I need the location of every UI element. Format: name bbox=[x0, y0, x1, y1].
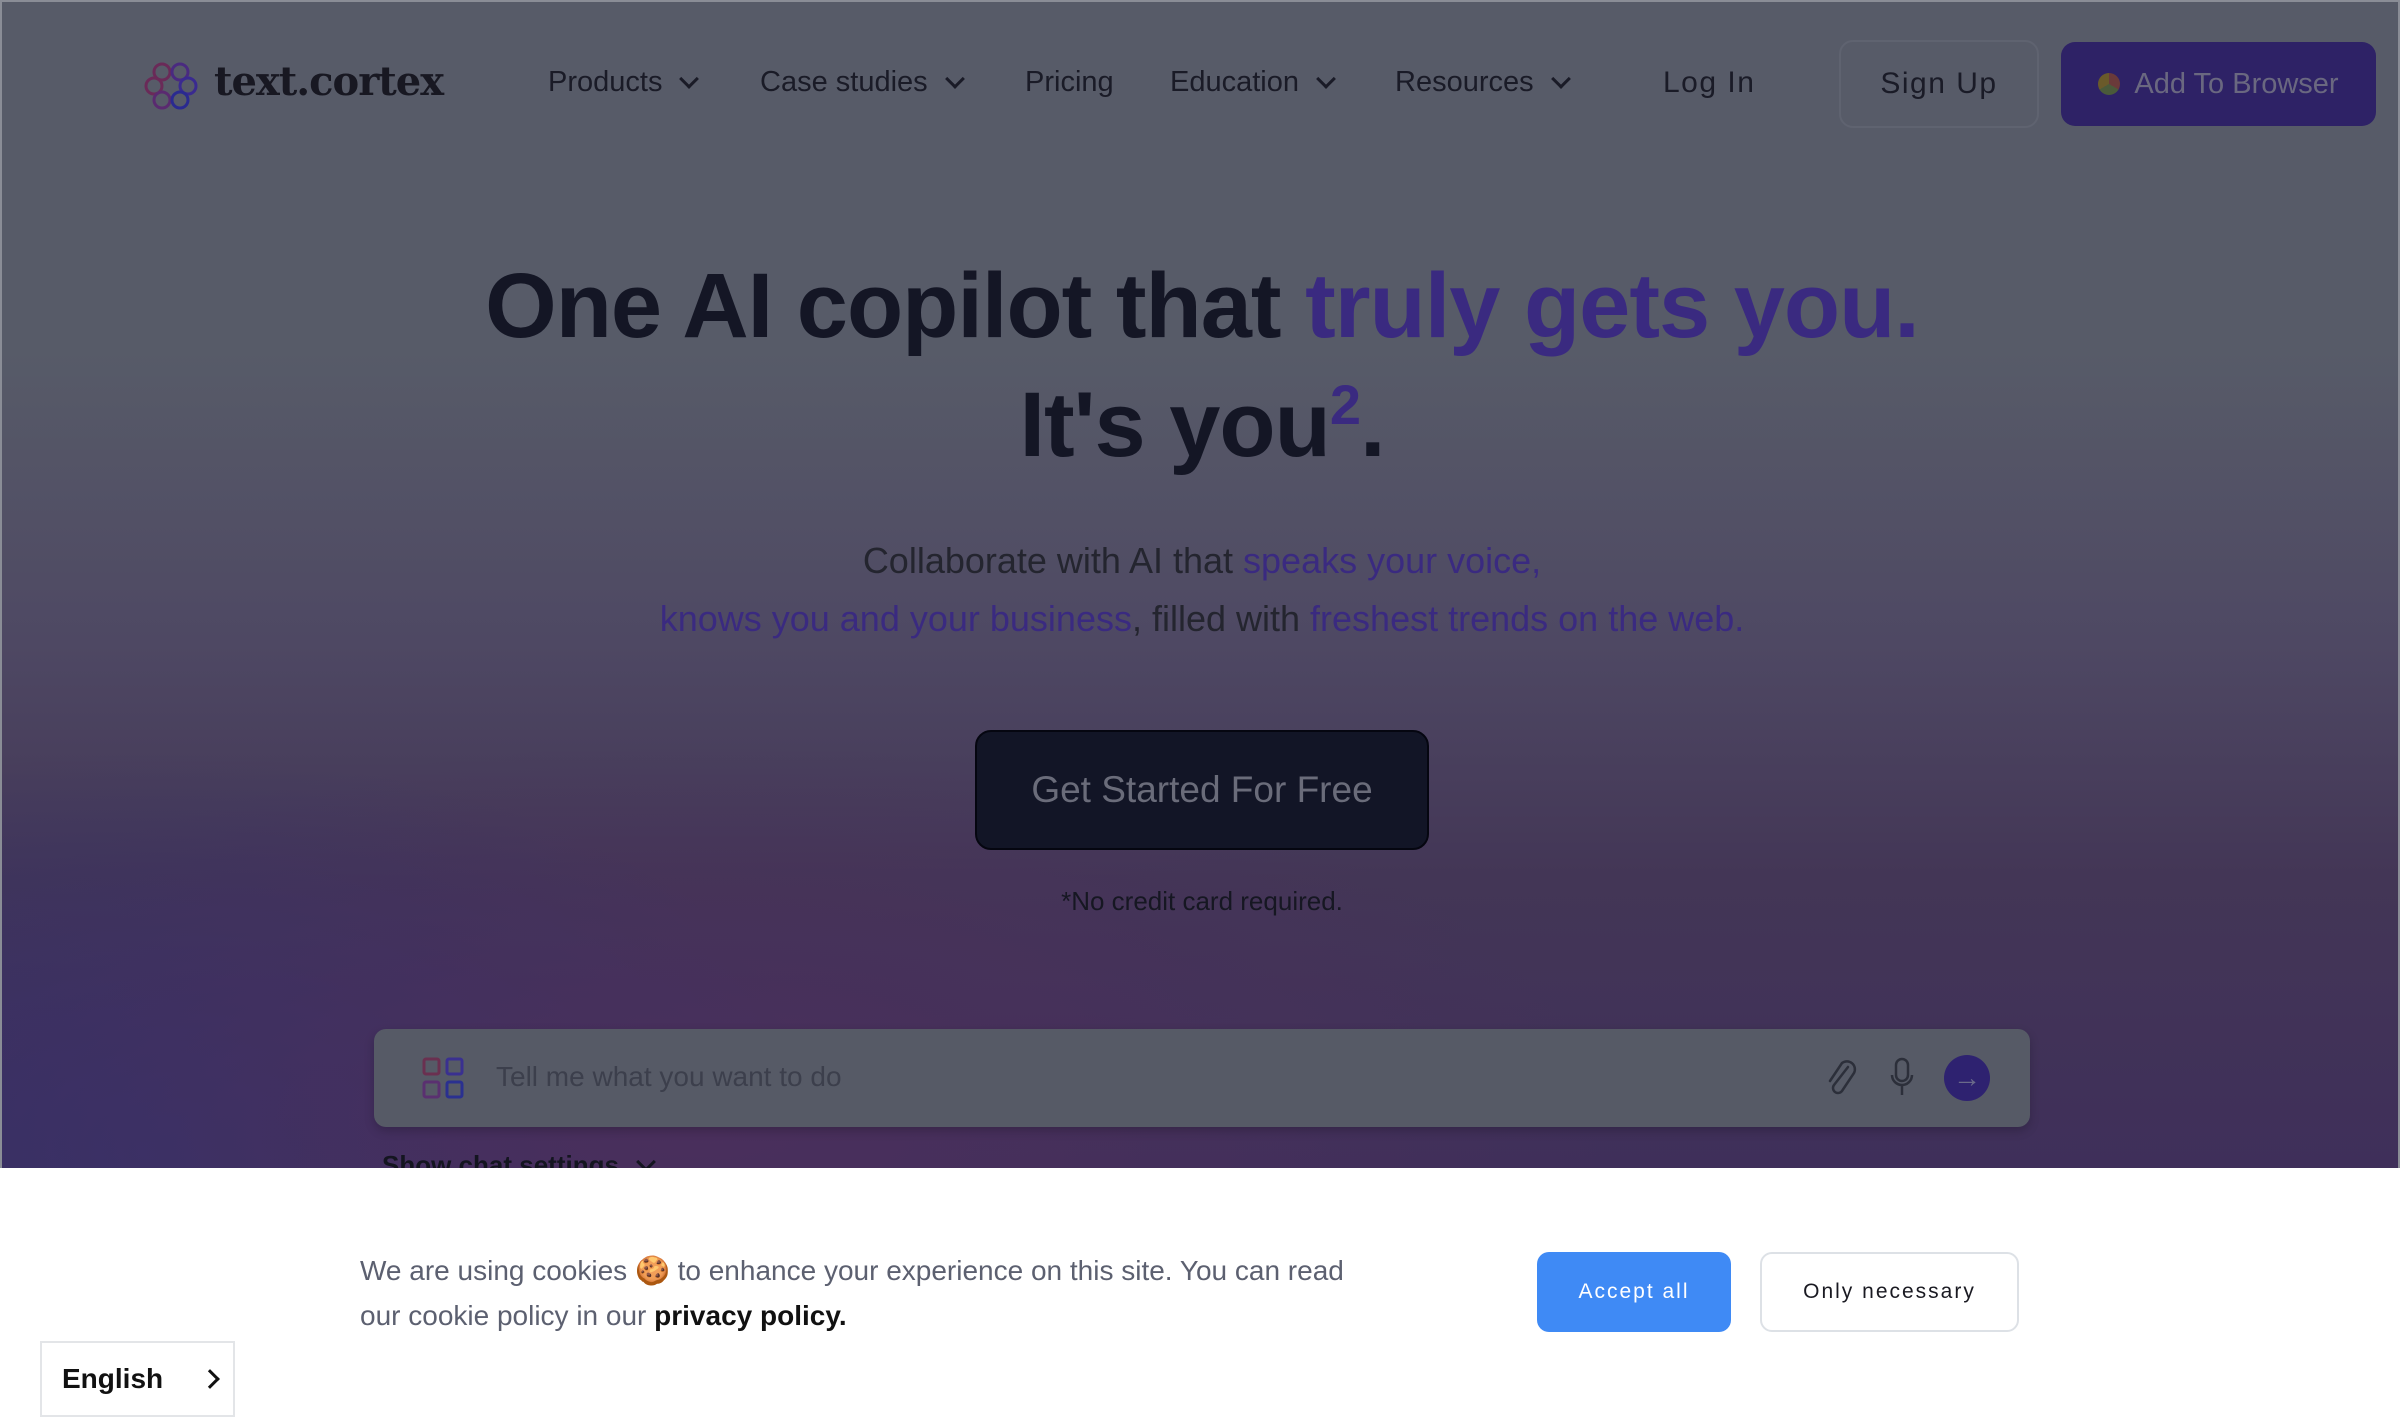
accept-all-button[interactable]: Accept all bbox=[1537, 1252, 1731, 1332]
nav-label: Case studies bbox=[760, 66, 928, 98]
nav-label: Education bbox=[1170, 66, 1299, 98]
hero-subtitle-line2: knows you and your business, filled with… bbox=[659, 598, 1745, 639]
hero-subtitle-line1: Collaborate with AI that speaks your voi… bbox=[862, 540, 1542, 581]
send-arrow-icon[interactable]: → bbox=[1944, 1055, 1990, 1101]
chrome-icon bbox=[2098, 73, 2121, 95]
apps-grid-icon[interactable] bbox=[422, 1057, 464, 1099]
chat-input-box[interactable]: Tell me what you want to do → bbox=[374, 1029, 2030, 1127]
no-credit-card-note: *No credit card required. bbox=[1061, 886, 1343, 916]
nav-label: Pricing bbox=[1025, 66, 1114, 98]
cookie-message: We are using cookies 🍪 to enhance your e… bbox=[360, 1255, 1344, 1331]
login-link[interactable]: Log In bbox=[1663, 66, 1755, 100]
nav-case-studies[interactable]: Case studies bbox=[760, 66, 965, 99]
nav-label: Products bbox=[548, 66, 663, 98]
chevron-down-icon bbox=[679, 68, 700, 89]
get-started-button[interactable]: Get Started For Free bbox=[975, 730, 1429, 850]
add-to-browser-label: Add To Browser bbox=[2134, 67, 2339, 100]
show-chat-settings[interactable]: Show chat settings bbox=[382, 1150, 656, 1168]
nav-label: Resources bbox=[1395, 66, 1534, 98]
only-necessary-button[interactable]: Only necessary bbox=[1760, 1252, 2019, 1332]
paperclip-icon[interactable] bbox=[1824, 1059, 1858, 1097]
chevron-down-icon bbox=[944, 68, 965, 89]
language-selector[interactable]: English bbox=[40, 1341, 235, 1417]
logo-icon bbox=[144, 62, 198, 110]
add-to-browser-button[interactable]: Add To Browser bbox=[2061, 42, 2376, 126]
microphone-icon[interactable] bbox=[1890, 1057, 1914, 1099]
chevron-down-icon bbox=[636, 1151, 656, 1168]
chevron-down-icon bbox=[1550, 68, 1571, 89]
show-chat-settings-label: Show chat settings bbox=[382, 1150, 619, 1168]
logo-text[interactable]: text.cortex bbox=[214, 58, 444, 105]
hero-section: text.cortex Products Case studies Pricin… bbox=[0, 0, 2400, 1168]
chat-input-placeholder[interactable]: Tell me what you want to do bbox=[496, 1061, 842, 1093]
hero-title-line2: It's you2. bbox=[1019, 373, 1385, 476]
nav-education[interactable]: Education bbox=[1170, 66, 1336, 99]
privacy-policy-link[interactable]: privacy policy. bbox=[654, 1300, 846, 1331]
logo[interactable] bbox=[142, 60, 202, 112]
hero-title-line1: One AI copilot that truly gets you. bbox=[485, 255, 1920, 357]
nav-resources[interactable]: Resources bbox=[1395, 66, 1571, 99]
chevron-right-icon bbox=[200, 1369, 221, 1389]
nav-products[interactable]: Products bbox=[548, 66, 700, 99]
language-label: English bbox=[62, 1363, 164, 1394]
chevron-down-icon bbox=[1316, 68, 1336, 89]
nav-pricing[interactable]: Pricing bbox=[1025, 66, 1114, 99]
signup-button[interactable]: Sign Up bbox=[1839, 40, 2039, 128]
